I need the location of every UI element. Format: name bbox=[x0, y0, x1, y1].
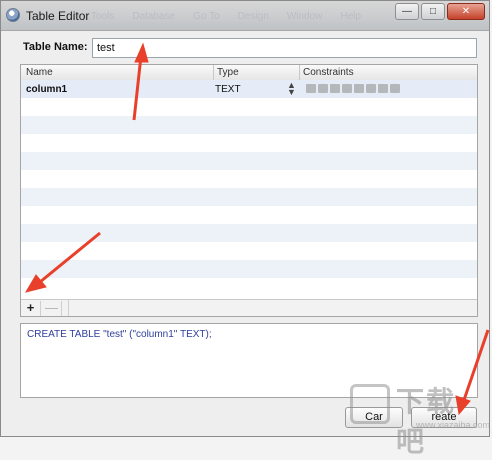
empty-row[interactable] bbox=[21, 224, 477, 242]
unique-icon[interactable] bbox=[330, 84, 340, 93]
header-type[interactable]: Type bbox=[217, 67, 239, 78]
empty-row[interactable] bbox=[21, 242, 477, 260]
close-button[interactable]: ✕ bbox=[447, 3, 485, 20]
empty-row[interactable] bbox=[21, 206, 477, 224]
maximize-icon: □ bbox=[429, 6, 437, 17]
empty-row[interactable] bbox=[21, 116, 477, 134]
table-row[interactable]: column1 TEXT ▲ ▼ bbox=[21, 80, 477, 98]
minimize-icon: — bbox=[402, 6, 412, 17]
columns-grid: Name Type Constraints column1 TEXT ▲ ▼ +… bbox=[20, 64, 478, 317]
empty-row[interactable] bbox=[21, 188, 477, 206]
empty-row[interactable] bbox=[21, 170, 477, 188]
header-name[interactable]: Name bbox=[26, 67, 53, 78]
table-name-input[interactable] bbox=[92, 38, 477, 58]
sql-preview-text: CREATE TABLE "test" ("column1" TEXT); bbox=[27, 329, 212, 340]
add-column-button[interactable]: + bbox=[21, 301, 41, 316]
remove-column-button[interactable]: — bbox=[42, 301, 62, 316]
create-button[interactable]: reate bbox=[411, 407, 477, 428]
ghost-menu-item: Help bbox=[340, 11, 361, 22]
index-icon[interactable] bbox=[342, 84, 352, 93]
background-menu: Tools Database Go To Design Window Help bbox=[91, 11, 361, 22]
sql-preview[interactable]: CREATE TABLE "test" ("column1" TEXT); bbox=[20, 323, 478, 398]
primary-key-icon[interactable] bbox=[306, 84, 316, 93]
grid-header: Name Type Constraints bbox=[21, 65, 477, 81]
ghost-menu-item: Database bbox=[132, 11, 176, 22]
ghost-menu-item: Window bbox=[286, 11, 323, 22]
title-bar[interactable]: Table Editor Tools Database Go To Design… bbox=[1, 1, 489, 31]
empty-row[interactable] bbox=[21, 278, 477, 296]
maximize-button[interactable]: □ bbox=[421, 3, 445, 20]
empty-row[interactable] bbox=[21, 98, 477, 116]
not-null-icon[interactable] bbox=[354, 84, 364, 93]
cancel-button[interactable]: Car bbox=[345, 407, 403, 428]
ghost-menu-item: Design bbox=[237, 11, 269, 22]
header-constraints[interactable]: Constraints bbox=[303, 67, 354, 78]
close-icon: ✕ bbox=[461, 6, 471, 17]
header-divider[interactable] bbox=[299, 65, 300, 80]
window-title: Table Editor bbox=[26, 9, 90, 23]
header-divider[interactable] bbox=[213, 65, 214, 80]
column-name-cell[interactable]: column1 bbox=[26, 84, 67, 95]
app-icon bbox=[6, 8, 20, 22]
grid-toolbar: + — bbox=[21, 299, 477, 316]
minimize-button[interactable]: — bbox=[395, 3, 419, 20]
empty-row[interactable] bbox=[21, 152, 477, 170]
empty-row[interactable] bbox=[21, 134, 477, 152]
column-type-cell[interactable]: TEXT bbox=[215, 84, 241, 95]
default-icon[interactable] bbox=[378, 84, 388, 93]
empty-row[interactable] bbox=[21, 260, 477, 278]
constraint-toggles bbox=[306, 84, 400, 93]
window-controls: — □ ✕ bbox=[395, 3, 485, 20]
type-dropdown-arrows-icon[interactable]: ▲ ▼ bbox=[287, 81, 296, 97]
ghost-menu-item: Go To bbox=[193, 11, 220, 22]
table-name-label: Table Name: bbox=[23, 41, 88, 53]
check-icon[interactable] bbox=[366, 84, 376, 93]
foreign-key-icon[interactable] bbox=[318, 84, 328, 93]
table-editor-window: Table Editor Tools Database Go To Design… bbox=[0, 0, 490, 437]
grid-rows: column1 TEXT ▲ ▼ bbox=[21, 80, 477, 299]
collate-icon[interactable] bbox=[390, 84, 400, 93]
ghost-menu-item: Tools bbox=[91, 11, 115, 22]
toolbar-divider bbox=[68, 300, 69, 316]
